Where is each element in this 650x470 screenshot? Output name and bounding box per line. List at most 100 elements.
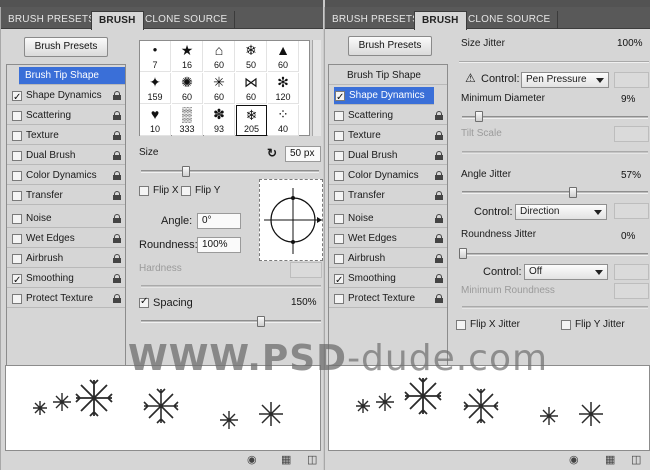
checkbox[interactable] <box>334 171 344 181</box>
spacing-slider-handle[interactable] <box>257 316 265 327</box>
brush-preset-selected[interactable]: ❄ 205 <box>236 105 267 136</box>
checkbox[interactable] <box>334 254 344 264</box>
lock-icon[interactable] <box>113 234 121 243</box>
control-select-direction[interactable]: Direction <box>515 204 607 220</box>
list-item-smoothing[interactable]: Smoothing <box>329 270 447 290</box>
angle-roundness-preview[interactable] <box>259 179 323 261</box>
lock-icon[interactable] <box>435 151 443 160</box>
min-diameter-slider-track[interactable] <box>462 116 648 119</box>
brush-preset[interactable]: ⋈ 60 <box>236 73 267 104</box>
lock-icon[interactable] <box>113 191 121 200</box>
checkbox[interactable] <box>334 111 344 121</box>
new-preset-icon[interactable]: ◫ <box>307 453 317 466</box>
size-field[interactable]: 50 px <box>285 146 321 162</box>
size-jitter-slider-track[interactable] <box>459 61 649 63</box>
flip-y-jitter-checkbox[interactable] <box>561 320 571 330</box>
checkbox[interactable] <box>12 234 22 244</box>
lock-icon[interactable] <box>435 111 443 120</box>
list-item-transfer[interactable]: Transfer <box>329 187 447 205</box>
control-select-off[interactable]: Off <box>524 264 608 280</box>
checkbox[interactable] <box>334 272 344 290</box>
roundness-field[interactable]: 100% <box>197 237 241 253</box>
checkbox[interactable] <box>12 191 22 201</box>
brush-presets-button[interactable]: Brush Presets <box>348 36 432 56</box>
spacing-field[interactable]: 150% <box>287 296 322 312</box>
checkbox[interactable] <box>12 111 22 121</box>
brush-preset[interactable]: ✻ 120 <box>268 73 299 104</box>
size-jitter-field[interactable]: 100% <box>613 37 649 53</box>
list-item-airbrush[interactable]: Airbrush <box>7 250 125 268</box>
tab-brush-presets[interactable]: BRUSH PRESETS <box>1 11 104 29</box>
tab-brush[interactable]: BRUSH <box>91 11 144 30</box>
list-item-wet-edges[interactable]: Wet Edges <box>7 230 125 248</box>
size-slider-handle[interactable] <box>182 166 190 177</box>
brush-preset[interactable]: ⌂ 60 <box>204 41 235 72</box>
lock-icon[interactable] <box>435 91 443 100</box>
checkbox[interactable] <box>334 151 344 161</box>
tab-brush-presets[interactable]: BRUSH PRESETS <box>325 11 428 29</box>
list-item-color-dynamics[interactable]: Color Dynamics <box>7 167 125 185</box>
list-item-protect-texture[interactable]: Protect Texture <box>329 290 447 308</box>
size-slider-track[interactable] <box>141 170 319 173</box>
tab-clone-source[interactable]: CLONE SOURCE <box>461 11 559 29</box>
list-item-dual-brush[interactable]: Dual Brush <box>329 147 447 165</box>
grid-icon[interactable]: ▦ <box>605 453 615 466</box>
checkbox[interactable] <box>12 171 22 181</box>
list-item-shape-dynamics[interactable]: Shape Dynamics <box>7 87 125 107</box>
list-item-transfer[interactable]: Transfer <box>7 187 125 205</box>
list-item-scattering[interactable]: Scattering <box>7 107 125 125</box>
checkbox[interactable] <box>12 254 22 264</box>
roundness-jitter-slider-handle[interactable] <box>459 248 467 259</box>
list-item-shape-dynamics[interactable]: Shape Dynamics <box>334 87 434 107</box>
list-item-airbrush[interactable]: Airbrush <box>329 250 447 268</box>
list-item-wet-edges[interactable]: Wet Edges <box>329 230 447 248</box>
lock-icon[interactable] <box>113 171 121 180</box>
angle-field[interactable]: 0° <box>197 213 241 229</box>
lock-icon[interactable] <box>435 294 443 303</box>
list-item-texture[interactable]: Texture <box>7 127 125 145</box>
checkbox[interactable] <box>12 131 22 141</box>
brush-preset[interactable]: ▲ 60 <box>268 41 299 72</box>
lock-icon[interactable] <box>435 191 443 200</box>
list-item-noise[interactable]: Noise <box>329 210 447 228</box>
list-item-dual-brush[interactable]: Dual Brush <box>7 147 125 165</box>
tab-brush[interactable]: BRUSH <box>414 11 467 30</box>
eye-icon[interactable]: ◉ <box>569 453 579 466</box>
list-item-noise[interactable]: Noise <box>7 210 125 228</box>
lock-icon[interactable] <box>435 254 443 263</box>
brush-preset[interactable]: ✽ 93 <box>204 105 235 136</box>
flip-x-jitter-checkbox[interactable] <box>456 320 466 330</box>
list-item-protect-texture[interactable]: Protect Texture <box>7 290 125 308</box>
lock-icon[interactable] <box>113 91 121 100</box>
lock-icon[interactable] <box>113 111 121 120</box>
checkbox[interactable] <box>334 234 344 244</box>
lock-icon[interactable] <box>113 151 121 160</box>
checkbox[interactable] <box>12 214 22 224</box>
flip-x-checkbox[interactable] <box>139 186 149 196</box>
checkbox[interactable] <box>334 214 344 224</box>
lock-icon[interactable] <box>435 171 443 180</box>
list-item-smoothing[interactable]: Smoothing <box>7 270 125 290</box>
roundness-jitter-field[interactable]: 0% <box>617 230 649 246</box>
reset-size-icon[interactable]: ↻ <box>267 146 277 160</box>
eye-icon[interactable]: ◉ <box>247 453 257 466</box>
checkbox[interactable] <box>12 151 22 161</box>
flip-y-checkbox[interactable] <box>181 186 191 196</box>
angle-jitter-field[interactable]: 57% <box>617 169 649 185</box>
list-item-brush-tip-shape[interactable]: Brush Tip Shape <box>19 67 125 85</box>
brush-grid-scrollbar[interactable] <box>312 40 321 136</box>
lock-icon[interactable] <box>435 214 443 223</box>
list-item-scattering[interactable]: Scattering <box>329 107 447 125</box>
list-item-brush-tip-shape[interactable]: Brush Tip Shape <box>329 67 447 85</box>
checkbox[interactable] <box>334 131 344 141</box>
brush-preset[interactable]: ⁘ 40 <box>268 105 299 136</box>
angle-jitter-slider-handle[interactable] <box>569 187 577 198</box>
control-select-pen-pressure[interactable]: Pen Pressure <box>521 72 609 88</box>
lock-icon[interactable] <box>113 294 121 303</box>
lock-icon[interactable] <box>113 254 121 263</box>
brush-preset[interactable]: ✦ 159 <box>140 73 171 104</box>
tab-clone-source[interactable]: CLONE SOURCE <box>138 11 236 29</box>
checkbox[interactable] <box>334 294 344 304</box>
lock-icon[interactable] <box>435 274 443 283</box>
min-diameter-field[interactable]: 9% <box>617 93 649 109</box>
